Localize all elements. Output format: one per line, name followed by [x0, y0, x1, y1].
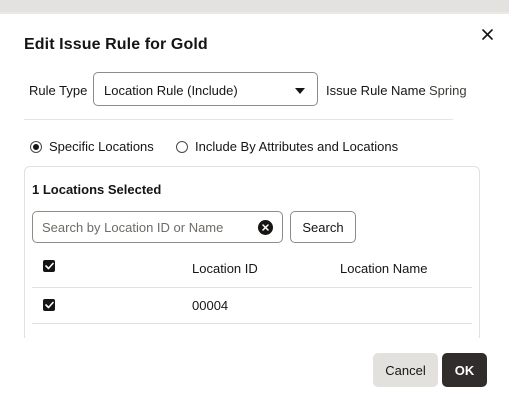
clear-search-icon[interactable] [258, 220, 273, 235]
rule-type-value: Location Rule (Include) [104, 83, 238, 98]
dialog-title: Edit Issue Rule for Gold [24, 36, 208, 53]
rule-type-label: Rule Type [29, 83, 88, 98]
checkmark-icon [44, 262, 54, 270]
issue-rule-name-label: Issue Rule Name [326, 83, 426, 98]
column-header-location-id[interactable]: Location ID [192, 261, 258, 276]
radio-include-by-attributes[interactable]: Include By Attributes and Locations [176, 139, 398, 154]
search-button[interactable]: Search [290, 211, 356, 243]
rule-settings-row: Rule Type Location Rule (Include) Issue … [29, 72, 489, 108]
chevron-down-icon [295, 88, 305, 94]
ok-button[interactable]: OK [442, 353, 487, 387]
table-row[interactable]: 00004 [32, 287, 472, 324]
rule-type-select[interactable]: Location Rule (Include) [93, 72, 318, 106]
close-button[interactable] [477, 24, 497, 44]
select-all-checkbox[interactable] [43, 260, 55, 272]
location-mode-radio-group: Specific Locations Include By Attributes… [30, 139, 489, 155]
background-page [0, 0, 509, 12]
row-checkbox[interactable] [43, 299, 55, 311]
table-header: Location ID Location Name [32, 253, 472, 288]
radio-label: Specific Locations [49, 139, 154, 154]
location-search-input[interactable] [42, 219, 247, 235]
radio-unselected-icon [176, 140, 188, 153]
close-icon [481, 28, 493, 40]
locations-panel: 1 Locations Selected Search Location ID … [24, 166, 480, 356]
cell-location-id: 00004 [192, 298, 229, 313]
selected-count: 1 Locations Selected [32, 182, 162, 197]
radio-label: Include By Attributes and Locations [195, 139, 399, 154]
divider [24, 119, 453, 120]
close-icon [262, 224, 269, 231]
checkmark-icon [44, 301, 54, 309]
column-header-location-name[interactable]: Location Name [340, 261, 427, 276]
issue-rule-name-value: Spring [429, 83, 467, 98]
radio-specific-locations[interactable]: Specific Locations [30, 139, 154, 154]
radio-selected-icon [30, 140, 42, 153]
cancel-button[interactable]: Cancel [373, 353, 438, 387]
location-search-field[interactable] [32, 211, 283, 243]
